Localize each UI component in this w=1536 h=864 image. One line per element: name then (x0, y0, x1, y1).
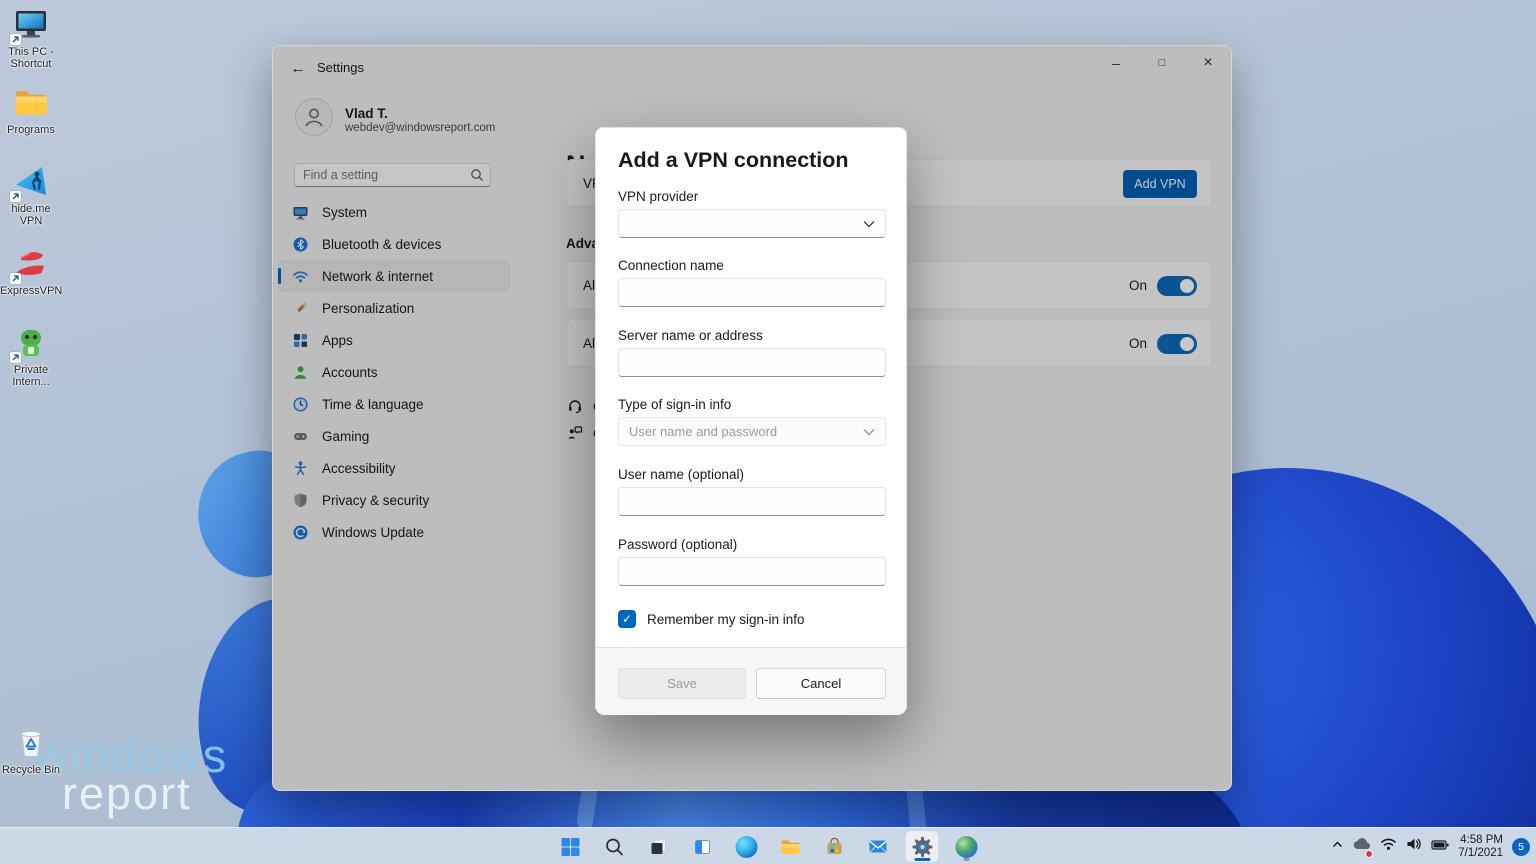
battery-icon (1431, 839, 1449, 851)
cancel-button[interactable]: Cancel (756, 668, 886, 699)
remember-signin-row: ✓ Remember my sign-in info (618, 610, 805, 628)
recycle-bin-icon (12, 724, 50, 762)
chevron-up-icon (1331, 838, 1344, 851)
taskbar-search-button[interactable] (598, 831, 631, 862)
system-tray: 4:58 PM 7/1/2021 5 (1331, 828, 1530, 864)
tray-time: 4:58 PM (1460, 834, 1503, 846)
shortcut-arrow-icon (10, 34, 21, 45)
store-icon (824, 837, 844, 857)
file-explorer-icon (779, 836, 801, 858)
desktop-icon-programs[interactable]: Programs (0, 84, 62, 136)
edge-icon (735, 836, 757, 858)
add-vpn-dialog: Add a VPN connection VPN provider Connec… (595, 127, 907, 714)
password-label: Password (optional) (618, 537, 737, 552)
notification-badge[interactable]: 5 (1512, 838, 1530, 856)
connection-name-label: Connection name (618, 258, 724, 273)
onedrive-tray-button[interactable] (1353, 837, 1371, 856)
vpn-provider-label: VPN provider (618, 189, 698, 204)
tray-date: 7/1/2021 (1458, 847, 1503, 859)
start-button[interactable] (554, 831, 587, 862)
file-explorer-button[interactable] (774, 831, 807, 862)
active-app-indicator (914, 858, 930, 861)
server-name-field (618, 348, 886, 377)
watermark-report: report (62, 768, 192, 820)
edge-button[interactable] (730, 831, 763, 862)
desktop-icon-hideme-vpn[interactable]: hide.me VPN (0, 163, 62, 227)
desktop-icon-recycle-bin[interactable]: Recycle Bin (0, 724, 62, 776)
store-button[interactable] (818, 831, 851, 862)
server-name-label: Server name or address (618, 328, 763, 343)
desktop-icon-label: hide.me VPN (0, 203, 62, 227)
connection-name-field (618, 278, 886, 307)
desktop-icon-label: Recycle Bin (0, 764, 62, 776)
desktop-icon-label: This PC - Shortcut (0, 46, 62, 70)
folder-icon (12, 84, 50, 122)
globe-icon (955, 836, 977, 858)
connection-name-input[interactable] (619, 279, 885, 306)
mail-icon (868, 836, 889, 857)
shortcut-arrow-icon (10, 273, 21, 284)
signin-type-value: User name and password (629, 424, 777, 439)
username-field (618, 487, 886, 516)
settings-taskbar-button[interactable] (906, 831, 939, 862)
remember-signin-label: Remember my sign-in info (647, 612, 805, 627)
remember-signin-checkbox[interactable]: ✓ (618, 610, 636, 628)
server-name-input[interactable] (619, 349, 885, 376)
username-input[interactable] (619, 488, 885, 515)
alert-badge (1365, 850, 1373, 858)
password-field (618, 557, 886, 586)
check-icon: ✓ (622, 612, 632, 626)
desktop-icon-label: Programs (0, 124, 62, 136)
signin-type-label: Type of sign-in info (618, 397, 731, 412)
desktop: windows report This PC - Shortcut (0, 0, 1536, 864)
username-label: User name (optional) (618, 467, 744, 482)
cloud-icon (1353, 837, 1371, 851)
shortcut-arrow-icon (10, 191, 21, 202)
signin-type-dropdown[interactable]: User name and password (618, 417, 886, 446)
desktop-icon-private-internet-access[interactable]: Private Intern... (0, 324, 62, 388)
taskbar: 4:58 PM 7/1/2021 5 (0, 827, 1536, 864)
mail-button[interactable] (862, 831, 895, 862)
wifi-icon (1380, 837, 1397, 851)
pia-robot-icon (12, 324, 50, 362)
volume-icon (1406, 837, 1422, 851)
settings-gear-icon (911, 836, 933, 858)
shortcut-arrow-icon (10, 352, 21, 363)
tray-chevron-up[interactable] (1331, 838, 1344, 856)
volume-tray-button[interactable] (1406, 837, 1422, 856)
this-pc-icon (12, 6, 50, 44)
chevron-down-icon (863, 220, 875, 228)
chevron-down-icon (863, 428, 875, 436)
dialog-footer: Save Cancel (596, 647, 906, 715)
task-view-button[interactable] (642, 831, 675, 862)
desktop-icon-label: ExpressVPN (0, 285, 62, 297)
desktop-icon-label: Private Intern... (0, 364, 62, 388)
expressvpn-icon (12, 245, 50, 283)
vpn-provider-dropdown[interactable] (618, 209, 886, 238)
globe-app-button[interactable] (950, 831, 983, 862)
running-app-indicator (963, 858, 969, 861)
widgets-icon (692, 837, 712, 857)
password-input[interactable] (619, 558, 885, 585)
notification-count: 5 (1518, 841, 1524, 853)
start-icon (559, 836, 581, 858)
hideme-vpn-icon (12, 163, 50, 201)
desktop-icon-expressvpn[interactable]: ExpressVPN (0, 245, 62, 297)
save-button[interactable]: Save (618, 668, 746, 699)
desktop-icon-this-pc[interactable]: This PC - Shortcut (0, 6, 62, 70)
dialog-title: Add a VPN connection (618, 148, 849, 173)
tray-clock[interactable]: 4:58 PM 7/1/2021 (1458, 834, 1503, 860)
wifi-tray-button[interactable] (1380, 837, 1397, 856)
battery-tray-button[interactable] (1431, 838, 1449, 856)
task-view-icon (648, 837, 668, 857)
search-icon (604, 837, 624, 857)
widgets-button[interactable] (686, 831, 719, 862)
